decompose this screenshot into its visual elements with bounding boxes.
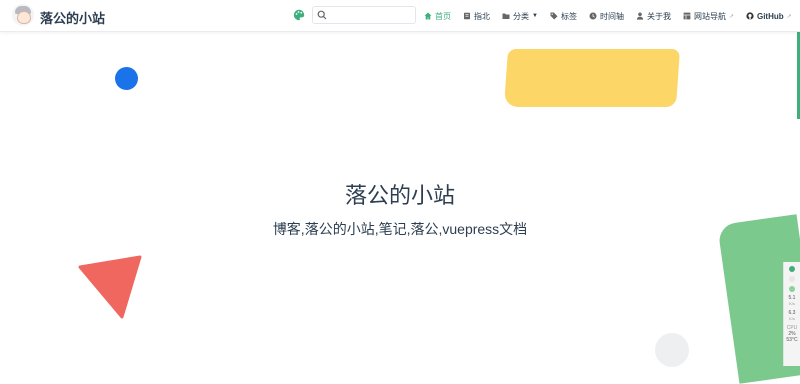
nav-item-label: 指北 [474, 11, 490, 21]
hero-title: 落公的小站 [344, 183, 455, 208]
decorative-yellow-shape [503, 49, 681, 107]
home-icon [424, 12, 432, 20]
nav-links: 首页 指北 分类 ▼ 标签 时间轴 关于我 网站导航 ↗ GitHub ↗ [424, 8, 800, 24]
decorative-blue-circle [115, 67, 138, 90]
nav-item-guide[interactable]: 指北 [463, 11, 490, 22]
search-input[interactable] [331, 8, 417, 24]
system-monitor-widget[interactable]: 5.1 K/s 6.3 K/s CPU 2% 53°C [783, 262, 800, 366]
nav-item-label: 标签 [560, 11, 577, 21]
status-led-light [789, 286, 795, 292]
upload-speed: 5.1 K/s [788, 295, 796, 306]
external-link-icon: ↗ [786, 13, 792, 20]
search-box[interactable] [312, 6, 417, 24]
nav-item-label: 时间轴 [599, 11, 624, 21]
status-led-off [789, 276, 795, 282]
nav-item-home[interactable]: 首页 [424, 11, 451, 22]
nav-item-site-nav[interactable]: 网站导航 ↗ [683, 11, 734, 22]
avatar-face [17, 11, 31, 24]
nav-item-about[interactable]: 关于我 [636, 11, 671, 22]
download-speed: 6.3 K/s [788, 310, 796, 321]
nav-item-github[interactable]: GitHub ↗ [746, 12, 792, 21]
nav-item-label: GitHub [756, 11, 784, 21]
book-icon [464, 12, 470, 20]
github-icon [746, 12, 754, 20]
tag-icon [550, 12, 558, 20]
search-icon [317, 10, 327, 20]
nav-item-category[interactable]: 分类 ▼ [502, 11, 538, 22]
nav-item-label: 首页 [435, 11, 451, 21]
nav-item-label: 关于我 [646, 11, 671, 21]
grid-icon [683, 12, 691, 20]
navbar: 落公的小站 首页 指北 分类 ▼ 标签 时间轴 关于我 网站导航 ↗ GitHu… [0, 0, 800, 32]
nav-item-timeline[interactable]: 时间轴 [589, 11, 624, 22]
hero-description: 博客,落公的小站,笔记,落公,vuepress文档 [272, 221, 528, 237]
nav-item-label: 分类 [513, 11, 529, 21]
nav-item-label: 网站导航 [693, 11, 726, 21]
user-icon [636, 12, 644, 20]
chevron-down-icon: ▼ [532, 13, 538, 19]
external-link-icon: ↗ [728, 13, 734, 20]
site-logo-avatar[interactable] [12, 4, 34, 26]
clock-icon [589, 12, 597, 20]
decorative-red-triangle [78, 255, 142, 319]
status-led-green [789, 266, 795, 272]
folder-icon [502, 13, 510, 19]
decorative-grey-circle [655, 333, 689, 367]
site-name-link[interactable]: 落公的小站 [40, 8, 105, 27]
hero-section: 落公的小站 博客,落公的小站,笔记,落公,vuepress文档 [0, 31, 800, 384]
cpu-usage: CPU 2% 53°C [786, 325, 798, 343]
palette-icon[interactable] [293, 9, 305, 21]
nav-item-tags[interactable]: 标签 [550, 11, 577, 22]
